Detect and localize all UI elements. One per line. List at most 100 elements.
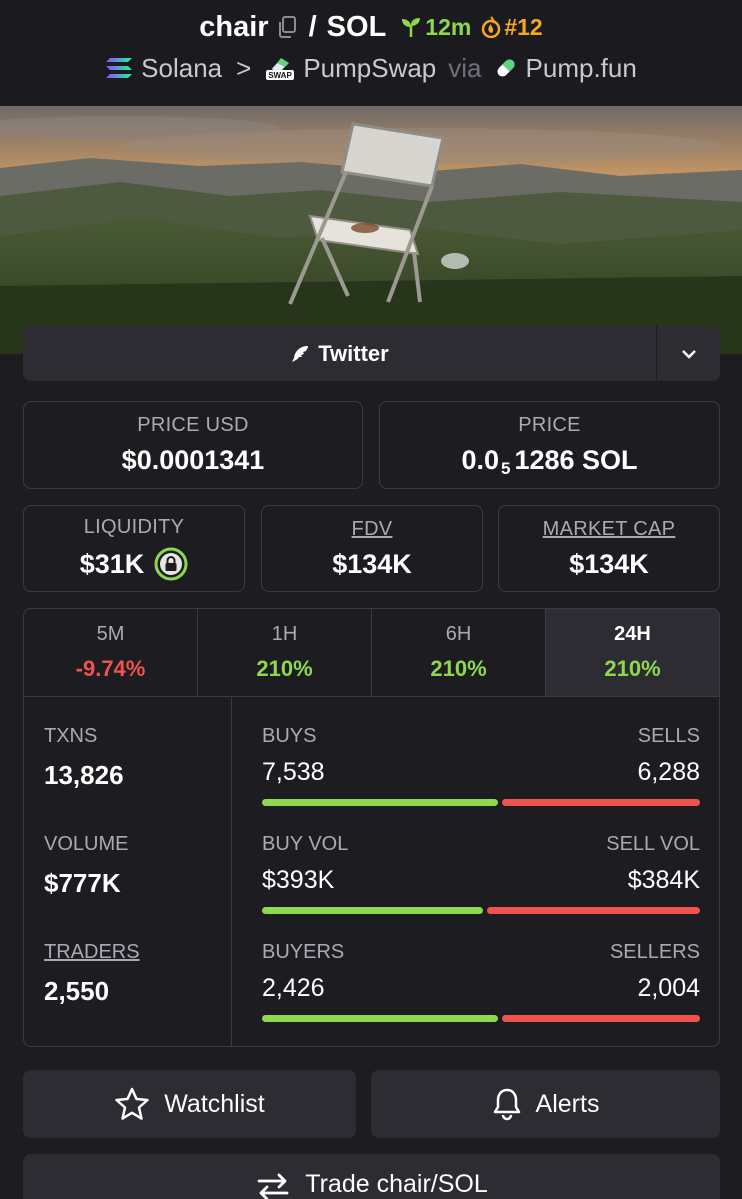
tab-1h[interactable]: 1H 210% xyxy=(198,609,372,696)
buy-vol-bar-segment xyxy=(262,907,483,914)
traders-label[interactable]: TRADERS xyxy=(44,941,140,964)
trade-button[interactable]: Trade chair/SOL xyxy=(23,1154,720,1199)
txns-label: TXNS xyxy=(44,725,98,747)
copy-icon[interactable] xyxy=(277,16,297,38)
buys-sells-ratio: BUYS SELLS 7,538 6,288 xyxy=(262,725,700,806)
twitter-button[interactable]: Twitter xyxy=(23,326,656,381)
tab-label: 6H xyxy=(445,623,472,645)
bell-icon xyxy=(492,1087,522,1121)
tab-6h[interactable]: 6H 210% xyxy=(372,609,546,696)
fdv-label[interactable]: FDV xyxy=(352,518,393,541)
tab-change: 210% xyxy=(604,656,661,681)
traders-value: 2,550 xyxy=(44,976,110,1006)
chevron-down-icon xyxy=(680,348,698,360)
token-symbol: chair xyxy=(199,10,269,43)
watchlist-label: Watchlist xyxy=(164,1089,265,1118)
star-icon xyxy=(114,1087,150,1121)
liquidity-value: $31K xyxy=(79,548,145,579)
sells-value: 6,288 xyxy=(637,758,700,786)
pair-header: chair / SOL 12m #12 Solana > SWAP PumpSw… xyxy=(0,0,742,106)
market-cap-box[interactable]: MARKET CAP $134K xyxy=(498,505,720,592)
tab-change: 210% xyxy=(256,656,313,681)
price-sol-box: PRICE 0.0 5 1286 SOL xyxy=(379,401,720,489)
sell-vol-value: $384K xyxy=(627,866,700,894)
sells-label: SELLS xyxy=(637,725,700,747)
flame-icon xyxy=(481,16,501,38)
market-cap-value: $134K xyxy=(569,548,649,579)
volume-value: $777K xyxy=(44,868,121,898)
tab-24h[interactable]: 24H 210% xyxy=(546,609,719,696)
volume-label: VOLUME xyxy=(44,833,129,855)
alerts-button[interactable]: Alerts xyxy=(371,1070,720,1138)
alerts-label: Alerts xyxy=(535,1089,600,1118)
social-links-bar: Twitter xyxy=(23,326,720,381)
pair-age-value: 12m xyxy=(425,13,472,40)
solana-icon xyxy=(105,56,133,80)
breadcrumb: Solana > SWAP PumpSwap via Pump.fun xyxy=(0,50,742,86)
tab-label: 24H xyxy=(614,623,651,645)
fdv-box[interactable]: FDV $134K xyxy=(261,505,483,592)
seedling-icon xyxy=(400,16,422,38)
buyers-sellers-bar xyxy=(262,1015,700,1022)
token-banner-image xyxy=(0,106,742,354)
buyers-value: 2,426 xyxy=(262,974,325,1002)
tab-label: 5M xyxy=(96,623,125,645)
timeframe-stats-panel: 5M -9.74% 1H 210% 6H 210% 24H 210% TXNS … xyxy=(23,608,720,1047)
tab-5m[interactable]: 5M -9.74% xyxy=(24,609,198,696)
sellers-value: 2,004 xyxy=(637,974,700,1002)
buyers-sellers-ratio: BUYERS SELLERS 2,426 2,004 xyxy=(262,941,700,1022)
buys-label: BUYS xyxy=(262,725,317,747)
totals-column: TXNS 13,826 VOLUME $777K TRADERS 2,550 xyxy=(24,697,232,1046)
price-sol-prefix: 0.0 xyxy=(461,445,499,475)
tab-change: -9.74% xyxy=(75,656,146,681)
price-usd-box: PRICE USD $0.0001341 xyxy=(23,401,363,489)
traders-stat: TRADERS 2,550 xyxy=(44,941,140,1007)
breadcrumb-dex[interactable]: PumpSwap xyxy=(303,53,436,84)
buys-bar-segment xyxy=(262,799,498,806)
tab-change: 210% xyxy=(430,656,487,681)
buys-sells-bar xyxy=(262,799,700,806)
feather-icon xyxy=(290,344,310,364)
buy-sell-volume-ratio: BUY VOL SELL VOL $393K $384K xyxy=(262,833,700,914)
txns-value: 13,826 xyxy=(44,760,124,790)
buy-sell-volume-bar xyxy=(262,907,700,914)
pair-title: chair / SOL 12m #12 xyxy=(0,8,742,46)
price-sol-label: PRICE xyxy=(518,414,581,436)
quote-symbol: SOL xyxy=(326,10,387,43)
watchlist-button[interactable]: Watchlist xyxy=(23,1070,356,1138)
liquidity-label: LIQUIDITY xyxy=(83,516,185,538)
pair-separator: / xyxy=(308,10,317,43)
swap-arrows-icon xyxy=(255,1172,291,1199)
chevron-right-icon: > xyxy=(236,52,252,83)
liquidity-row: $31K xyxy=(80,547,189,581)
price-sol-value: 0.0 5 1286 SOL xyxy=(461,445,638,478)
breadcrumb-chain[interactable]: Solana xyxy=(141,53,222,84)
pill-icon xyxy=(494,56,518,80)
price-usd-value: $0.0001341 xyxy=(121,445,265,475)
txns-stat: TXNS 13,826 xyxy=(44,725,124,791)
sell-vol-bar-segment xyxy=(487,907,700,914)
via-label: via xyxy=(448,52,482,83)
breadcrumb-launchpad[interactable]: Pump.fun xyxy=(526,53,637,84)
volume-stat: VOLUME $777K xyxy=(44,833,128,899)
liquidity-box: LIQUIDITY $31K xyxy=(23,505,245,592)
market-cap-label[interactable]: MARKET CAP xyxy=(543,518,676,541)
buyers-bar-segment xyxy=(262,1015,498,1022)
buy-vol-value: $393K xyxy=(262,866,335,894)
sells-bar-segment xyxy=(502,799,700,806)
buyers-label: BUYERS xyxy=(262,941,345,963)
lock-icon[interactable] xyxy=(154,547,188,581)
more-links-button[interactable] xyxy=(656,326,720,381)
sellers-bar-segment xyxy=(502,1015,700,1022)
price-sol-rest: 1286 SOL xyxy=(514,445,638,475)
sell-vol-label: SELL VOL xyxy=(606,833,700,855)
sellers-label: SELLERS xyxy=(609,941,700,963)
price-usd-label: PRICE USD xyxy=(137,414,249,436)
timeframe-tabs: 5M -9.74% 1H 210% 6H 210% 24H 210% xyxy=(24,609,719,697)
trending-rank[interactable]: #12 xyxy=(481,14,543,41)
buy-vol-label: BUY VOL xyxy=(262,833,349,855)
swap-badge-text: SWAP xyxy=(269,71,293,80)
twitter-label: Twitter xyxy=(318,340,389,366)
tab-label: 1H xyxy=(271,623,298,645)
trade-label: Trade chair/SOL xyxy=(305,1170,488,1198)
